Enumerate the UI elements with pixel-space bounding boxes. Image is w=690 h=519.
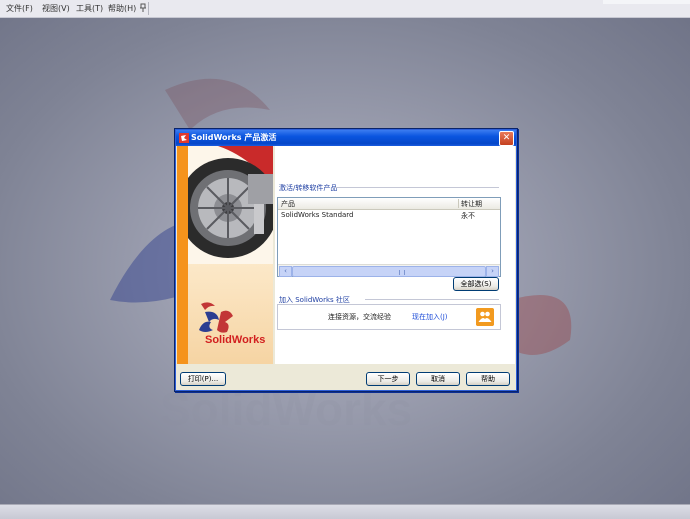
menu-view[interactable]: 视图(V) bbox=[40, 3, 72, 14]
column-header-product[interactable]: 产品 bbox=[281, 199, 295, 209]
list-item-status: 永不 bbox=[461, 212, 475, 220]
menu-tools[interactable]: 工具(T) bbox=[74, 3, 105, 14]
menu-separator bbox=[148, 2, 149, 15]
join-now-link[interactable]: 现在加入(J) bbox=[412, 312, 448, 322]
dialog-titlebar[interactable]: SolidWorks 产品激活 ✕ bbox=[176, 130, 516, 146]
title-strip bbox=[603, 0, 690, 4]
menu-file[interactable]: 文件(F) bbox=[4, 3, 35, 14]
close-button[interactable]: ✕ bbox=[499, 131, 514, 146]
column-divider[interactable] bbox=[458, 199, 459, 208]
list-item-product: SolidWorks Standard bbox=[281, 211, 354, 219]
menu-help[interactable]: 帮助(H) bbox=[106, 3, 138, 14]
group-divider bbox=[365, 299, 499, 300]
side-banner: SolidWorks bbox=[177, 146, 273, 364]
horizontal-scrollbar[interactable]: ‹ › bbox=[278, 264, 500, 277]
select-all-button[interactable]: 全部选(S) bbox=[453, 277, 499, 291]
list-item[interactable]: SolidWorks Standard 永不 bbox=[281, 211, 499, 220]
products-group-label: 激活/转移软件产品 bbox=[279, 184, 338, 192]
community-panel: 连接资源，交流经验 现在加入(J) bbox=[277, 304, 501, 330]
pin-icon[interactable] bbox=[139, 3, 147, 12]
list-header: 产品 转让期 bbox=[278, 198, 500, 210]
column-header-status[interactable]: 转让期 bbox=[461, 199, 482, 209]
grip-icon bbox=[399, 270, 405, 275]
group-divider bbox=[335, 187, 499, 188]
brand-wordmark: SolidWorks bbox=[205, 334, 266, 346]
close-icon: ✕ bbox=[502, 133, 511, 143]
scroll-thumb[interactable] bbox=[292, 266, 486, 277]
menubar: 文件(F) 视图(V) 工具(T) 帮助(H) bbox=[0, 0, 690, 18]
products-list[interactable]: 产品 转让期 SolidWorks Standard 永不 ‹ › bbox=[277, 197, 501, 277]
dialog-title: SolidWorks 产品激活 bbox=[191, 133, 277, 142]
orange-strip bbox=[177, 146, 188, 364]
community-text: 连接资源，交流经验 bbox=[328, 313, 391, 321]
cancel-button[interactable]: 取消 bbox=[416, 372, 460, 386]
print-button[interactable]: 打印(P)... bbox=[180, 372, 226, 386]
activation-dialog: SolidWorks 产品激活 ✕ SolidWorks 激活/转移软件产品 产… bbox=[174, 128, 518, 392]
users-icon[interactable] bbox=[476, 308, 494, 326]
solidworks-app-icon bbox=[179, 133, 189, 143]
help-button[interactable]: 帮助 bbox=[466, 372, 510, 386]
wheel-illustration bbox=[188, 146, 273, 264]
scroll-left-icon[interactable]: ‹ bbox=[279, 266, 292, 277]
dialog-footer: 打印(P)... 下一步 取消 帮助 bbox=[176, 365, 516, 390]
scroll-right-icon[interactable]: › bbox=[486, 266, 499, 277]
status-bar bbox=[0, 504, 690, 519]
next-button[interactable]: 下一步 bbox=[366, 372, 410, 386]
